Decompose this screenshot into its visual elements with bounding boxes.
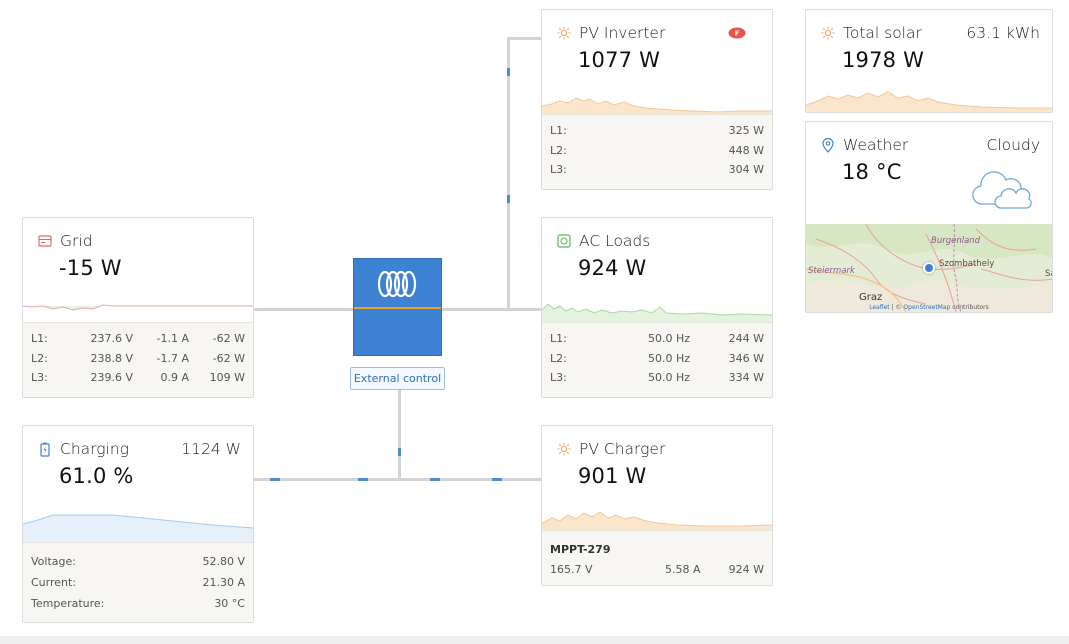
ac-loads-power: 924 W xyxy=(578,256,647,280)
total-solar-card[interactable]: Total solar 63.1 kWh 1978 W xyxy=(805,9,1053,113)
ac-loads-icon xyxy=(556,233,572,249)
flow-dot xyxy=(358,478,368,481)
map-label-burgenland: Burgenland xyxy=(931,236,981,246)
location-pin-icon xyxy=(820,137,836,153)
battery-icon xyxy=(37,441,53,457)
sun-icon xyxy=(556,441,572,457)
ac-loads-row-l1: L1: 50.0 Hz 244 W xyxy=(550,332,764,346)
total-solar-energy: 63.1 kWh xyxy=(966,24,1040,42)
leaflet-link[interactable]: Leaflet xyxy=(869,304,889,311)
map-label-graz: Graz xyxy=(859,292,883,303)
weather-temperature: 18 °C xyxy=(842,160,902,184)
pv-inverter-title: PV Inverter xyxy=(579,24,666,42)
pv-inverter-sparkline xyxy=(542,97,772,114)
grid-row-l3: L3: 239.6 V 0.9 A 109 W xyxy=(31,371,245,385)
pv-inverter-row-l3: L3: 304 W xyxy=(550,163,764,177)
location-marker-icon[interactable] xyxy=(923,262,935,274)
weather-title: Weather xyxy=(843,136,909,154)
grid-card[interactable]: Grid -15 W L1: 237.6 V -1.1 A -62 W L2: 238.… xyxy=(22,217,254,398)
pv-inverter-row-l2: L2: 448 W xyxy=(550,143,764,157)
pipe-inverter-acloads xyxy=(442,308,542,311)
inverter-block[interactable] xyxy=(353,258,442,356)
flow-dot xyxy=(492,478,502,481)
total-solar-power: 1978 W xyxy=(842,48,925,72)
grid-row-l1: L1: 237.6 V -1.1 A -62 W xyxy=(31,332,245,346)
sun-icon xyxy=(556,25,572,41)
grid-row-l2: L2: 238.8 V -1.7 A -62 W xyxy=(31,351,245,365)
map-attribution: Leaflet | © OpenStreetMap contributors xyxy=(869,304,989,311)
pipe-pv-inverter-vertical xyxy=(507,37,510,310)
battery-sparkline xyxy=(23,514,253,542)
pv-charger-power: 901 W xyxy=(578,464,647,488)
grid-title: Grid xyxy=(60,232,93,250)
battery-row-voltage: Voltage: 52.80 V xyxy=(31,555,245,568)
battery-card[interactable]: Charging 1124 W 61.0 % Voltage: 52.80 V C… xyxy=(22,425,254,623)
ac-loads-row-l2: L2: 50.0 Hz 346 W xyxy=(550,351,764,365)
map-label-steiermark: Steiermark xyxy=(808,266,855,276)
pv-charger-stats: 165.7 V 5.58 A 924 W xyxy=(550,562,764,576)
grid-sparkline xyxy=(23,300,253,311)
battery-soc: 61.0 % xyxy=(59,464,134,488)
pv-charger-device: MPPT-279 xyxy=(550,542,611,556)
pv-charger-title: PV Charger xyxy=(579,440,666,458)
map-label-edge: Sa xyxy=(1045,269,1052,279)
grid-power: -15 W xyxy=(59,256,122,280)
pv-inverter-card[interactable]: PV Inverter F 1077 W L1: 325 W L2: 448 W L… xyxy=(541,9,773,190)
ac-loads-row-l3: L3: 50.0 Hz 334 W xyxy=(550,371,764,385)
battery-row-current: Current: 21.30 A xyxy=(31,576,245,589)
total-solar-sparkline xyxy=(806,91,1052,112)
pv-inverter-power: 1077 W xyxy=(578,48,661,72)
flow-dot xyxy=(398,448,401,456)
pipe-pv-inverter-horizontal xyxy=(507,37,542,40)
weather-card[interactable]: Weather Cloudy 18 °C Burgenland Szombath… xyxy=(805,121,1053,313)
external-control-button[interactable]: External control xyxy=(350,367,445,390)
battery-title: Charging xyxy=(60,440,129,458)
flow-dot xyxy=(270,478,280,481)
weather-map[interactable]: Burgenland Szombathely Steiermark Graz S… xyxy=(806,224,1052,312)
weather-condition: Cloudy xyxy=(986,136,1040,154)
pv-charger-sparkline xyxy=(542,511,772,530)
cloud-icon xyxy=(971,166,1033,214)
sun-icon xyxy=(820,25,836,41)
ac-loads-card[interactable]: AC Loads 924 W L1: 50.0 Hz 244 W L2: 50.0 H… xyxy=(541,217,773,398)
pipe-grid-inverter xyxy=(253,308,353,311)
bottom-strip xyxy=(0,636,1069,644)
osm-link[interactable]: OpenStreetMap xyxy=(903,304,950,311)
flow-dot xyxy=(507,68,510,76)
svg-text:F: F xyxy=(735,29,740,37)
map-label-szombathely: Szombathely xyxy=(939,259,995,269)
victron-logo-icon xyxy=(373,267,423,305)
grid-icon xyxy=(37,233,53,249)
battery-row-temperature: Temperature: 30 °C xyxy=(31,597,245,610)
ac-loads-title: AC Loads xyxy=(579,232,651,250)
pv-charger-card[interactable]: PV Charger 901 W MPPT-279 165.7 V 5.58 A9… xyxy=(541,425,773,586)
ac-loads-sparkline xyxy=(542,303,772,322)
pipe-inverter-bus-vertical xyxy=(398,390,401,479)
fronius-logo-icon: F xyxy=(728,24,746,43)
flow-dot xyxy=(507,195,510,203)
inverter-separator xyxy=(354,307,441,309)
total-solar-title: Total solar xyxy=(843,24,922,42)
battery-power: 1124 W xyxy=(181,440,241,458)
flow-dot xyxy=(430,478,440,481)
pv-inverter-row-l1: L1: 325 W xyxy=(550,124,764,138)
